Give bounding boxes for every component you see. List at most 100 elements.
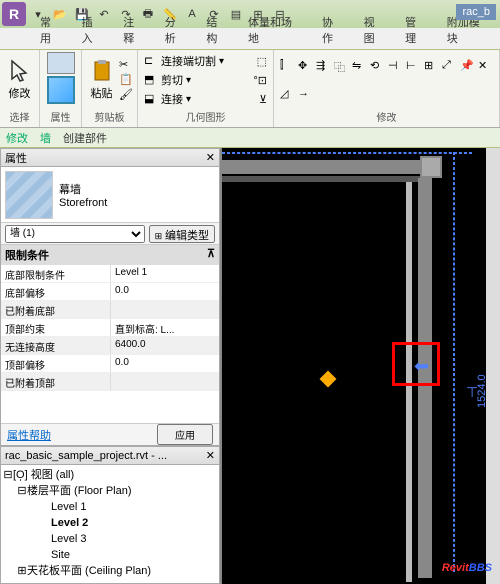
- tab-collab[interactable]: 协作: [312, 11, 354, 49]
- corner-icon[interactable]: ◿: [280, 87, 294, 101]
- group-modify-label: 修改: [278, 108, 495, 125]
- clipboard-icon: [90, 59, 114, 83]
- extend-icon[interactable]: →: [298, 87, 312, 101]
- align-icon[interactable]: ⫿: [280, 59, 294, 73]
- file-name-label: rac_b: [456, 4, 496, 20]
- table-row: 底部偏移0.0: [1, 283, 219, 301]
- rotate-icon[interactable]: ⟲: [370, 59, 384, 73]
- tree-ceiling-plans[interactable]: ⊞天花板平面 (Ceiling Plan): [3, 563, 217, 579]
- table-row: 底部限制条件Level 1: [1, 265, 219, 283]
- table-row: 顶部偏移0.0: [1, 355, 219, 373]
- properties-header: 属性 ✕: [1, 149, 219, 167]
- group-geometry-label: 几何图形: [142, 108, 269, 125]
- drawing-canvas[interactable]: ⬅ 1524.0 ⊤: [222, 148, 500, 584]
- type-selector[interactable]: 幕墙 Storefront: [1, 167, 219, 223]
- close-icon[interactable]: ✕: [206, 151, 215, 164]
- properties-footer: 属性帮助 应用: [1, 423, 219, 445]
- table-row: 无连接高度6400.0: [1, 337, 219, 355]
- options-modify: 修改: [6, 130, 28, 146]
- copy-icon[interactable]: 📋: [119, 73, 133, 87]
- split-icon[interactable]: ⊢: [406, 59, 420, 73]
- tab-massing[interactable]: 体量和场地: [238, 11, 312, 49]
- join-end-cut-button[interactable]: ⊏连接端切割 ▾ ⬚: [142, 52, 269, 70]
- delete-icon[interactable]: ✕: [478, 59, 492, 73]
- close-icon[interactable]: ✕: [206, 449, 215, 462]
- properties-panel: 属性 ✕ 幕墙 Storefront 墙 (1) ⊞ 编辑类型 限制条件⊼ 底部…: [0, 148, 220, 446]
- tab-home[interactable]: 常用: [30, 11, 72, 49]
- apply-button[interactable]: 应用: [157, 424, 213, 445]
- ribbon-body: 修改 选择 属性 粘贴 ✂ 📋 🖌 剪贴板 ⊏连接端切割 ▾ ⬚: [0, 50, 500, 128]
- type-family: 幕墙: [59, 181, 107, 197]
- workspace: 属性 ✕ 幕墙 Storefront 墙 (1) ⊞ 编辑类型 限制条件⊼ 底部…: [0, 148, 500, 584]
- trim-icon[interactable]: ⊣: [388, 59, 402, 73]
- scrollbar-vertical[interactable]: [486, 148, 500, 584]
- offset-icon[interactable]: ⇶: [316, 59, 330, 73]
- join-geom-button[interactable]: ⬓连接 ▾ ⊻: [142, 90, 269, 108]
- tree-floor-plans[interactable]: ⊟楼层平面 (Floor Plan): [3, 483, 217, 499]
- dimension-ext: [222, 152, 472, 154]
- mirror-icon[interactable]: ⇋: [352, 59, 366, 73]
- tab-view[interactable]: 视图: [354, 11, 396, 49]
- type-properties-icon[interactable]: [47, 76, 75, 104]
- cut-icon[interactable]: ✂: [119, 58, 133, 72]
- wall-element[interactable]: [222, 160, 442, 174]
- cat-constraints[interactable]: 限制条件⊼: [1, 245, 219, 265]
- watermark: RevitBBS: [442, 555, 492, 576]
- scale-icon[interactable]: ⤢: [442, 59, 456, 73]
- app-logo[interactable]: R: [2, 2, 26, 26]
- cut-geom-icon: ⬒: [144, 73, 158, 87]
- edit-type-button[interactable]: ⊞ 编辑类型: [149, 225, 215, 243]
- tab-annotate[interactable]: 注释: [113, 11, 155, 49]
- tab-manage[interactable]: 管理: [395, 11, 437, 49]
- properties-help-link[interactable]: 属性帮助: [7, 427, 51, 443]
- options-wall: 墙: [40, 130, 51, 146]
- tree-level[interactable]: Level 1: [3, 499, 217, 515]
- dim-tick-icon: ⊤: [466, 384, 478, 401]
- flip-arrow-icon[interactable]: ⬅: [414, 356, 429, 377]
- filter-select[interactable]: 墙 (1): [5, 225, 145, 243]
- browser-title: rac_basic_sample_project.rvt - ...: [5, 450, 167, 462]
- grid-head[interactable]: [420, 156, 442, 178]
- modify-button[interactable]: 修改: [4, 52, 35, 108]
- left-panels: 属性 ✕ 幕墙 Storefront 墙 (1) ⊞ 编辑类型 限制条件⊼ 底部…: [0, 148, 222, 584]
- tree-level[interactable]: Level 3: [3, 531, 217, 547]
- group-select-label: 选择: [4, 108, 35, 125]
- drag-handle-icon[interactable]: [320, 371, 337, 388]
- paste-button[interactable]: 粘贴: [86, 52, 117, 108]
- properties-grid-icon[interactable]: [47, 52, 75, 74]
- type-name: Storefront: [59, 197, 107, 209]
- table-row: 顶部约束直到标高: L...: [1, 319, 219, 337]
- group-clipboard-label: 剪贴板: [86, 108, 133, 125]
- properties-grid: 限制条件⊼ 底部限制条件Level 1 底部偏移0.0 已附着底部 顶部约束直到…: [1, 245, 219, 423]
- tab-structure[interactable]: 结构: [196, 11, 238, 49]
- browser-tree[interactable]: ⊟[O̩] 视图 (all) ⊟楼层平面 (Floor Plan) Level …: [1, 465, 219, 583]
- move-icon[interactable]: ✥: [298, 59, 312, 73]
- dimension-ext: [453, 152, 455, 572]
- table-row: 已附着顶部: [1, 373, 219, 391]
- tab-insert[interactable]: 插入: [72, 11, 114, 49]
- filter-row: 墙 (1) ⊞ 编辑类型: [1, 223, 219, 245]
- tree-level-active[interactable]: Level 2: [3, 515, 217, 531]
- table-row: 已附着底部: [1, 301, 219, 319]
- modify-label: 修改: [9, 85, 31, 101]
- project-browser: rac_basic_sample_project.rvt - ... ✕ ⊟[O…: [0, 446, 220, 584]
- properties-title: 属性: [5, 150, 27, 166]
- options-bar: 修改 墙 创建部件: [0, 128, 500, 148]
- array-icon[interactable]: ⊞: [424, 59, 438, 73]
- browser-header: rac_basic_sample_project.rvt - ... ✕: [1, 447, 219, 465]
- pin-icon[interactable]: 📌: [460, 59, 474, 73]
- paste-label: 粘贴: [91, 85, 113, 101]
- copy-tool-icon[interactable]: ⿻: [334, 59, 348, 73]
- type-thumbnail: [5, 171, 53, 219]
- tree-level[interactable]: Site: [3, 547, 217, 563]
- cursor-icon: [8, 59, 32, 83]
- wall-inner: [222, 176, 428, 182]
- group-props-label: 属性: [44, 108, 77, 125]
- ribbon-tabs: 常用 插入 注释 分析 结构 体量和场地 协作 视图 管理 附加模块: [0, 28, 500, 50]
- options-create-part[interactable]: 创建部件: [63, 130, 107, 146]
- match-icon[interactable]: 🖌: [119, 88, 133, 102]
- tab-analyze[interactable]: 分析: [155, 11, 197, 49]
- cut-geom-button[interactable]: ⬒剪切 ▾ °⊡: [142, 71, 269, 89]
- tree-root[interactable]: ⊟[O̩] 视图 (all): [3, 467, 217, 483]
- join-cut-icon: ⊏: [144, 54, 158, 68]
